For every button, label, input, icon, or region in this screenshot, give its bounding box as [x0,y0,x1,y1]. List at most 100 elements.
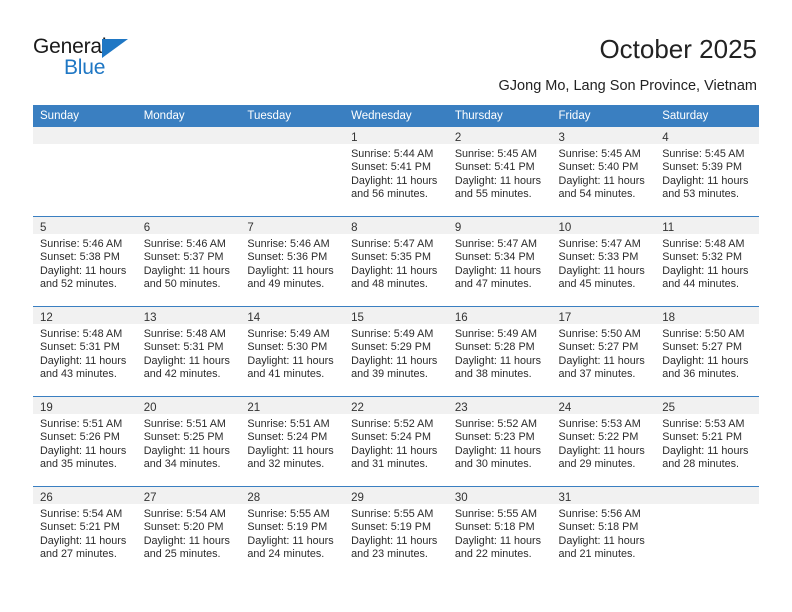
calendar-day-cell[interactable]: 15 Sunrise: 5:49 AM Sunset: 5:29 PM Dayligh… [344,306,448,397]
sunset-time: Sunset: 5:19 PM [351,521,431,534]
calendar-week-row: 1 Sunrise: 5:44 AM Sunset: 5:41 PM Daylight… [33,127,759,217]
sunrise-time: Sunrise: 5:54 AM [143,508,226,520]
weekday-header-thursday: Thursday [447,105,552,127]
calendar-day-cell[interactable]: 14 Sunrise: 5:49 AM Sunset: 5:30 PM Dayligh… [240,306,345,397]
calendar-day-cell[interactable]: 2 Sunrise: 5:45 AM Sunset: 5:41 PM Daylight… [447,127,552,217]
calendar-day-cell[interactable]: 29 Sunrise: 5:55 AM Sunset: 5:19 PM Dayligh… [344,486,448,576]
daylight-duration: Daylight: 11 hours and 38 minutes. [454,354,542,381]
daylight-duration: Daylight: 11 hours and 41 minutes. [247,354,334,381]
calendar-day-cell[interactable]: 1 Sunrise: 5:44 AM Sunset: 5:41 PM Daylight… [344,127,448,217]
calendar-week-row: 19 Sunrise: 5:51 AM Sunset: 5:26 PM Dayligh… [33,396,759,487]
day-number: 30 [454,492,468,504]
generalblue-logo: General Blue [33,36,213,86]
calendar-page: General Blue October 2025 GJong Mo, Lang… [0,0,792,612]
calendar-day-cell[interactable]: 26 Sunrise: 5:54 AM Sunset: 5:21 PM Dayligh… [33,486,137,576]
sunrise-time: Sunrise: 5:49 AM [351,328,434,340]
day-details: Sunrise: 5:45 AM Sunset: 5:39 PM Daylight:… [655,144,759,202]
sunset-time: Sunset: 5:28 PM [454,341,535,354]
calendar-day-cell[interactable]: 11 Sunrise: 5:48 AM Sunset: 5:32 PM Dayligh… [655,216,759,307]
day-number: 22 [351,402,364,414]
page-title: October 2025 [599,34,757,64]
day-details: Sunrise: 5:51 AM Sunset: 5:25 PM Daylight:… [137,414,241,472]
day-number: 13 [143,312,157,324]
day-number-bar: 21 [240,397,345,414]
calendar-day-cell[interactable]: 10 Sunrise: 5:47 AM Sunset: 5:33 PM Dayligh… [551,216,656,307]
calendar-day-cell[interactable]: 4 Sunrise: 5:45 AM Sunset: 5:39 PM Daylight… [655,127,759,217]
calendar-day-cell[interactable]: 16 Sunrise: 5:49 AM Sunset: 5:28 PM Dayligh… [447,306,552,397]
sunset-time: Sunset: 5:41 PM [351,161,431,174]
sunset-time: Sunset: 5:20 PM [143,521,224,534]
calendar-day-cell[interactable]: 23 Sunrise: 5:52 AM Sunset: 5:23 PM Dayligh… [447,396,552,487]
calendar-day-cell[interactable]: 13 Sunrise: 5:48 AM Sunset: 5:31 PM Dayligh… [136,306,241,397]
calendar-day-cell[interactable]: 12 Sunrise: 5:48 AM Sunset: 5:31 PM Dayligh… [33,306,137,397]
daylight-duration: Daylight: 11 hours and 34 minutes. [143,444,230,471]
sunrise-time: Sunrise: 5:47 AM [558,238,641,250]
calendar-day-cell[interactable]: 3 Sunrise: 5:45 AM Sunset: 5:40 PM Daylight… [551,127,656,217]
weekday-header-saturday: Saturday [655,105,759,127]
calendar-day-cell[interactable]: 8 Sunrise: 5:47 AM Sunset: 5:35 PM Daylight… [344,216,448,307]
day-number-bar: 10 [551,217,656,234]
weekday-header-friday: Friday [551,105,656,127]
day-number-bar: 13 [136,307,241,324]
daylight-duration: Daylight: 11 hours and 24 minutes. [247,534,334,561]
day-details: Sunrise: 5:51 AM Sunset: 5:24 PM Daylight:… [240,414,344,472]
day-number-bar: 14 [240,307,345,324]
day-number-bar: 7 [240,217,345,234]
day-number-bar: 15 [344,307,448,324]
calendar-day-cell[interactable]: 20 Sunrise: 5:51 AM Sunset: 5:25 PM Dayligh… [136,396,241,487]
calendar-day-cell[interactable]: 5 Sunrise: 5:46 AM Sunset: 5:38 PM Daylight… [33,216,137,307]
calendar-day-cell[interactable]: 17 Sunrise: 5:50 AM Sunset: 5:27 PM Dayligh… [551,306,656,397]
weekday-header-tuesday: Tuesday [240,105,345,127]
weekday-header-monday: Monday [136,105,241,127]
calendar-day-cell[interactable]: 28 Sunrise: 5:55 AM Sunset: 5:19 PM Dayligh… [240,486,345,576]
day-number: 29 [351,492,364,504]
day-details [137,144,241,148]
day-number-bar: 9 [447,217,552,234]
sunrise-time: Sunrise: 5:47 AM [454,238,538,250]
calendar-day-cell[interactable]: 24 Sunrise: 5:53 AM Sunset: 5:22 PM Dayligh… [551,396,656,487]
sunset-time: Sunset: 5:37 PM [143,251,224,264]
sunset-time: Sunset: 5:21 PM [40,521,120,534]
day-number-bar: 12 [33,307,137,324]
calendar-day-cell[interactable]: 21 Sunrise: 5:51 AM Sunset: 5:24 PM Dayligh… [240,396,345,487]
calendar-day-cell[interactable]: 30 Sunrise: 5:55 AM Sunset: 5:18 PM Dayligh… [447,486,552,576]
calendar-day-cell[interactable]: 9 Sunrise: 5:47 AM Sunset: 5:34 PM Daylight… [447,216,552,307]
day-details: Sunrise: 5:47 AM Sunset: 5:33 PM Daylight:… [552,234,656,292]
day-details: Sunrise: 5:46 AM Sunset: 5:37 PM Daylight:… [137,234,241,292]
sunset-time: Sunset: 5:23 PM [454,431,535,444]
calendar-day-cell[interactable]: 22 Sunrise: 5:52 AM Sunset: 5:24 PM Dayligh… [344,396,448,487]
sunrise-time: Sunrise: 5:45 AM [454,148,538,160]
daylight-duration: Daylight: 11 hours and 39 minutes. [351,354,438,381]
daylight-duration: Daylight: 11 hours and 21 minutes. [558,534,645,561]
sunset-time: Sunset: 5:18 PM [558,521,639,534]
logo-text-general: General [33,35,107,58]
day-details: Sunrise: 5:48 AM Sunset: 5:32 PM Daylight:… [655,234,759,292]
calendar-day-cell[interactable]: 25 Sunrise: 5:53 AM Sunset: 5:21 PM Dayligh… [655,396,759,487]
calendar-day-cell[interactable]: 31 Sunrise: 5:56 AM Sunset: 5:18 PM Dayligh… [551,486,656,576]
calendar-day-cell[interactable]: 19 Sunrise: 5:51 AM Sunset: 5:26 PM Dayligh… [33,396,137,487]
day-number: 6 [143,222,151,234]
sunrise-time: Sunrise: 5:50 AM [558,328,641,340]
sunrise-time: Sunrise: 5:51 AM [40,418,123,430]
day-number: 18 [662,312,676,324]
day-number-bar [240,127,345,144]
day-details: Sunrise: 5:50 AM Sunset: 5:27 PM Daylight:… [552,324,656,382]
calendar-day-cell[interactable]: 27 Sunrise: 5:54 AM Sunset: 5:20 PM Dayligh… [136,486,241,576]
daylight-duration: Daylight: 11 hours and 47 minutes. [454,264,542,291]
day-number-bar: 6 [136,217,241,234]
calendar-day-cell[interactable]: 18 Sunrise: 5:50 AM Sunset: 5:27 PM Dayligh… [655,306,759,397]
calendar-day-cell[interactable]: 7 Sunrise: 5:46 AM Sunset: 5:36 PM Daylight… [240,216,345,307]
calendar-day-cell[interactable]: 6 Sunrise: 5:46 AM Sunset: 5:37 PM Daylight… [136,216,241,307]
day-number: 12 [40,312,53,324]
sunset-time: Sunset: 5:24 PM [351,431,431,444]
daylight-duration: Daylight: 11 hours and 32 minutes. [247,444,334,471]
day-number-bar [33,127,137,144]
sunrise-time: Sunrise: 5:51 AM [247,418,330,430]
sunset-time: Sunset: 5:31 PM [40,341,120,354]
calendar-cell-empty [240,127,345,217]
daylight-duration: Daylight: 11 hours and 31 minutes. [351,444,438,471]
sunrise-time: Sunrise: 5:55 AM [351,508,434,520]
sunrise-sunset-calendar: Sunday Monday Tuesday Wednesday Thursday… [33,105,759,576]
day-number: 28 [247,492,261,504]
calendar-body: 1 Sunrise: 5:44 AM Sunset: 5:41 PM Daylight… [33,127,759,576]
